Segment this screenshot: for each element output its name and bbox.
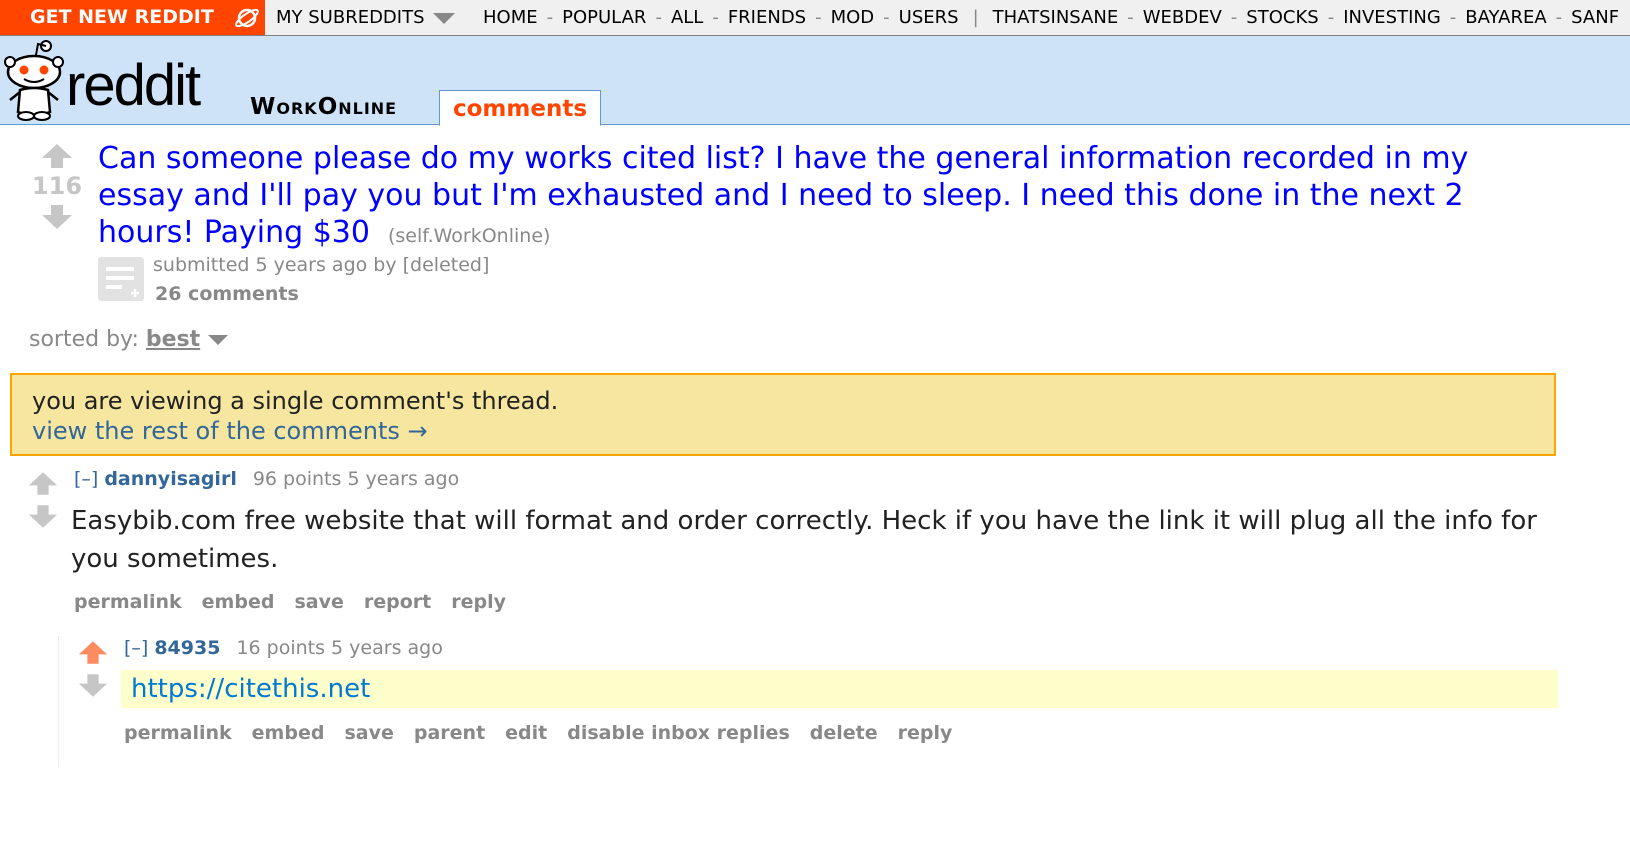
- top-bar: GET NEW REDDIT MY SUBREDDITS HOME - POPULA…: [0, 0, 1630, 36]
- nav-sub-sanf[interactable]: SANF: [1571, 7, 1619, 28]
- post-upvote-arrow-icon[interactable]: [41, 143, 73, 173]
- comment-meta: 16 points 5 years ago: [236, 637, 443, 659]
- nav-friends[interactable]: FRIENDS: [728, 7, 806, 28]
- delete-button[interactable]: delete: [810, 722, 878, 744]
- comments-count-link[interactable]: 26 comments: [155, 283, 299, 305]
- comment-downvote-arrow-icon[interactable]: [28, 504, 58, 533]
- my-subreddits-dropdown[interactable]: MY SUBREDDITS: [276, 0, 455, 35]
- save-button[interactable]: save: [294, 591, 343, 613]
- comment-author[interactable]: dannyisagirl: [104, 468, 237, 490]
- get-new-reddit-button[interactable]: GET NEW REDDIT: [0, 0, 228, 35]
- citethis-link[interactable]: https://citethis.net: [131, 674, 370, 704]
- permalink-button[interactable]: permalink: [74, 591, 182, 613]
- parent-button[interactable]: parent: [414, 722, 485, 744]
- nav-sub-stocks[interactable]: STOCKS: [1246, 7, 1318, 28]
- post-domain[interactable]: (self.WorkOnline): [388, 225, 550, 247]
- nav-all[interactable]: ALL: [671, 7, 703, 28]
- report-button[interactable]: report: [364, 591, 431, 613]
- nav-sub-investing[interactable]: INVESTING: [1343, 7, 1441, 28]
- comment-downvote-arrow-icon[interactable]: [78, 673, 108, 702]
- comment-upvote-arrow-icon[interactable]: [28, 471, 58, 500]
- comment-upvote-arrow-icon[interactable]: [78, 640, 108, 669]
- permalink-button[interactable]: permalink: [124, 722, 232, 744]
- nav-users[interactable]: USERS: [899, 7, 959, 28]
- nav-sub-thatsinsane[interactable]: THATSINSANE: [993, 7, 1119, 28]
- reddit-wordmark[interactable]: reddit: [66, 56, 201, 116]
- child-thread-line[interactable]: [58, 636, 59, 766]
- collapse-toggle[interactable]: [–]: [124, 637, 148, 659]
- nav-links: HOME - POPULAR - ALL - FRIENDS - MOD - USERS | THATS…: [483, 7, 1620, 28]
- post-title: Can someone please do my works cited lis…: [98, 140, 1538, 255]
- post-tagline: submitted 5 years ago by [deleted]: [153, 254, 490, 276]
- comment-author[interactable]: 84935: [154, 637, 220, 659]
- post-title-link[interactable]: Can someone please do my works cited lis…: [98, 141, 1468, 250]
- save-button[interactable]: save: [344, 722, 393, 744]
- sort-menu: sorted by: best: [29, 327, 229, 352]
- comment-meta: 96 points 5 years ago: [252, 468, 460, 490]
- comment-header: [–] 84935 16 points 5 years ago: [124, 637, 443, 659]
- my-subreddits-label: MY SUBREDDITS: [276, 7, 425, 28]
- sort-value-dropdown[interactable]: best: [146, 327, 200, 352]
- comment-body: https://citethis.net: [121, 670, 1558, 708]
- edit-button[interactable]: edit: [505, 722, 547, 744]
- comment-buttons: permalink embed save report reply: [74, 591, 526, 613]
- self-post-thumbnail-icon[interactable]: [98, 257, 144, 301]
- chevron-down-icon[interactable]: [208, 335, 229, 345]
- post-downvote-arrow-icon[interactable]: [41, 204, 73, 234]
- comment-buttons: permalink embed save parent edit disable inbo…: [124, 722, 972, 744]
- nav-sub-webdev[interactable]: WEBDEV: [1143, 7, 1222, 28]
- reply-button[interactable]: reply: [898, 722, 953, 744]
- tab-comments[interactable]: comments: [439, 90, 601, 126]
- post-score: 116: [31, 172, 83, 200]
- comment-body: Easybib.com free website that will forma…: [71, 506, 1537, 574]
- view-rest-comments-link[interactable]: view the rest of the comments →: [32, 416, 1554, 446]
- disable-inbox-replies-button[interactable]: disable inbox replies: [567, 722, 790, 744]
- nav-mod[interactable]: MOD: [831, 7, 875, 28]
- reply-button[interactable]: reply: [451, 591, 506, 613]
- single-thread-notice: you are viewing a single comment's threa…: [10, 373, 1556, 456]
- nav-sub-bayarea[interactable]: BAYAREA: [1465, 7, 1546, 28]
- chevron-down-icon: [432, 12, 455, 24]
- header: reddit WorkOnline comments: [0, 36, 1630, 126]
- notice-text: you are viewing a single comment's threa…: [32, 387, 559, 415]
- collapse-toggle[interactable]: [–]: [74, 468, 98, 490]
- embed-button[interactable]: embed: [202, 591, 275, 613]
- embed-button[interactable]: embed: [252, 722, 325, 744]
- nav-popular[interactable]: POPULAR: [562, 7, 646, 28]
- subreddit-name[interactable]: WorkOnline: [250, 94, 397, 120]
- snoo-logo-icon[interactable]: [2, 38, 66, 126]
- comment-header: [–] dannyisagirl 96 points 5 years ago: [74, 468, 459, 490]
- planet-icon[interactable]: [228, 0, 265, 35]
- sort-label: sorted by:: [29, 327, 139, 352]
- nav-home[interactable]: HOME: [483, 7, 538, 28]
